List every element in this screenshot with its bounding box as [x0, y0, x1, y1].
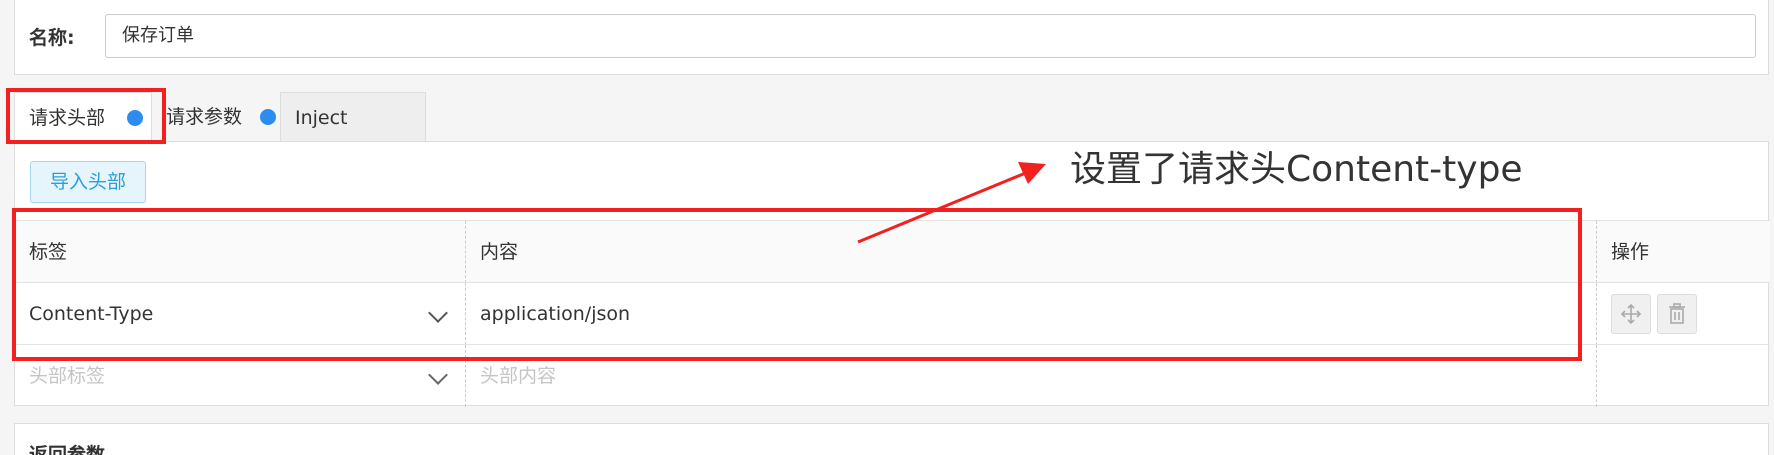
table-header-row: 标签 内容 操作 — [15, 220, 1770, 283]
headers-table: 标签 内容 操作 Content-Type application/json 头… — [15, 220, 1770, 407]
tab-label: 请求参数 — [166, 106, 243, 128]
new-content-input[interactable]: 头部内容 — [465, 345, 1596, 407]
status-dot — [260, 109, 276, 125]
table-row: Content-Type application/json — [15, 282, 1770, 345]
status-dot — [127, 110, 143, 126]
table-row-new: 头部标签 头部内容 — [15, 344, 1770, 407]
trash-icon — [1669, 303, 1685, 324]
column-header-actions: 操作 — [1596, 221, 1770, 283]
new-tag-select[interactable]: 头部标签 — [15, 345, 465, 407]
name-panel: 名称: 保存订单 — [14, 0, 1769, 75]
annotation-text: 设置了请求头Content-type — [1070, 149, 1523, 190]
import-headers-button[interactable]: 导入头部 — [30, 161, 146, 203]
tag-select[interactable]: Content-Type — [15, 283, 465, 345]
tag-value: Content-Type — [29, 303, 154, 325]
name-input[interactable]: 保存订单 — [105, 14, 1756, 58]
row-actions — [1596, 283, 1770, 345]
chevron-down-icon — [428, 303, 448, 323]
new-row-actions — [1596, 345, 1770, 407]
tab-request-headers[interactable]: 请求头部 — [14, 92, 152, 142]
tab-inject[interactable]: Inject — [280, 92, 426, 142]
section-title: 返回参数 — [29, 444, 106, 455]
column-header-tag: 标签 — [29, 241, 68, 263]
content-placeholder: 头部内容 — [480, 365, 557, 387]
chevron-down-icon — [428, 365, 448, 385]
content-input[interactable]: application/json — [465, 283, 1596, 345]
tab-request-params[interactable]: 请求参数 — [152, 92, 286, 142]
tab-label: Inject — [295, 107, 348, 129]
response-params-section: 返回参数 — [14, 423, 1769, 455]
name-label: 名称: — [29, 27, 75, 49]
delete-button[interactable] — [1657, 294, 1697, 334]
move-button[interactable] — [1611, 294, 1651, 334]
move-icon — [1620, 303, 1642, 325]
tab-label: 请求头部 — [29, 107, 106, 129]
column-header-content: 内容 — [465, 221, 1596, 283]
tag-placeholder: 头部标签 — [29, 365, 106, 387]
